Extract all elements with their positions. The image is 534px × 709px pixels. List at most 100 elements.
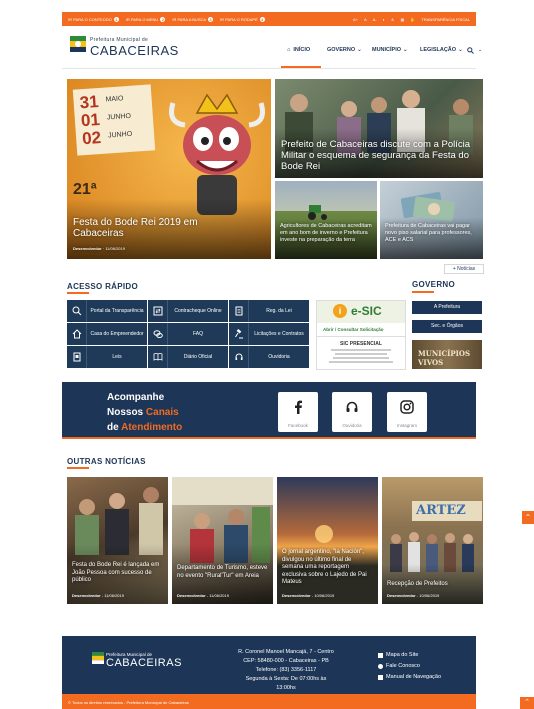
chevron-down-icon: ⌄ [357,47,362,53]
sic-presencial-title: SIC PRESENCIAL [340,341,382,347]
other-news-underline [67,467,89,469]
quick-access-grid: Portal da Transparência Contracheque Onl… [67,300,309,368]
channel-instagram[interactable]: Instagram [387,392,427,432]
coat-of-arms-icon [92,652,104,664]
footer-link-manual[interactable]: Manual de Navegação [378,672,441,683]
skip-to-search-link[interactable]: IR PARA A BUSCA 3 [172,16,214,22]
featured-news-top-right[interactable]: Prefeito de Cabaceiras discute com a Pol… [275,79,483,178]
logo-title[interactable]: CABACEIRAS [90,43,179,58]
news-card[interactable]: ARTEZ Recepção de Prefeitos Desenvolvedo… [382,477,483,604]
facebook-icon [295,400,302,414]
footer-copyright: © Todos os direitos reservados - Prefeit… [62,694,476,709]
news-card-meta: Desenvolvedor - 10/06/2019 [282,593,335,598]
artez-sign: ARTEZ [412,501,482,521]
skip-to-menu-link[interactable]: IR PARA O MENU 2 [126,16,166,22]
news-card-title[interactable]: Departamento de Turismo, esteve no event… [177,565,268,580]
footer-link-contact[interactable]: Fale Conosco [378,661,441,672]
chevron-down-icon: ⌄ [403,47,408,53]
accessibility-controls: A+ A A- ◐ ♿ ▦ ✋ TRANSPARÊNCIA FISCAL [347,17,470,22]
header-divider [62,68,476,69]
coat-of-arms-icon[interactable] [70,36,86,52]
chevron-up-icon: ⌃ [524,699,530,706]
esic-panel[interactable]: i e-SIC Abrir / Consultar Solicitação SI… [316,300,406,370]
search-icon [72,306,81,316]
info-icon: i [333,304,347,318]
search-toggle-icon[interactable]: ⌄ [478,47,482,53]
featured-news-bottom-1-title[interactable]: Agricultores de Cabaceiras acreditam em … [280,223,372,244]
governo-underline [412,291,434,293]
sitemap-icon[interactable]: ▦ [401,17,405,22]
esic-request-link[interactable]: Abrir / Consultar Solicitação [323,327,384,332]
gavel-icon [234,329,243,339]
channel-facebook[interactable]: Facebook [278,392,318,432]
channels-title: Acompanhe Nossos Canais de Atendimento [107,392,183,433]
news-card-title[interactable]: Recepção de Prefeitos [387,581,478,589]
featured-news-main[interactable]: 31 MAIO 01 JUNHO 02 JUNHO 21ª Festa do B… [67,79,271,259]
chevron-up-icon: ⌃ [524,513,532,522]
instagram-icon [400,400,414,414]
quick-access-casa-empreendedor[interactable]: Casa do Empreendedor [67,323,147,345]
featured-news-bottom-2[interactable]: Prefeitura de Cabaceiras vai pagar novo … [380,181,483,259]
festival-dates-card: 31 MAIO 01 JUNHO 02 JUNHO [72,84,156,156]
skip-to-footer-link[interactable]: IR PARA O RODAPÉ 4 [220,16,265,22]
a-prefeitura-button[interactable]: A Prefeitura [412,301,482,314]
quick-access-faq[interactable]: FAQ [148,323,228,345]
scroll-top-button[interactable]: ⌃ [520,697,534,709]
news-card-meta: Desenvolvedor - 11/06/2019 [72,593,124,598]
news-card[interactable]: Festa do Bode Rei é lançada em João Pess… [67,477,168,604]
featured-news-bottom-1[interactable]: Agricultores de Cabaceiras acreditam em … [275,181,377,259]
featured-news-main-title[interactable]: Festa do Bode Rei 2019 em Cabaceiras [73,217,243,239]
news-card-title[interactable]: O jornal argentino, "la Nación", divulgo… [282,549,373,587]
law-book-icon [73,352,80,362]
channel-ouvidoria[interactable]: Ouvidoria [332,392,372,432]
phone-icon [378,664,383,669]
document-icon [235,306,242,316]
accessibility-icon[interactable]: ♿ [391,17,395,22]
secretarias-orgaos-button[interactable]: Sec. e Órgãos [412,320,482,333]
font-decrease-button[interactable]: A- [373,17,377,22]
home-icon [72,329,81,339]
quick-access-ouvidoria[interactable]: Ouvidoria [229,346,309,368]
footer-link-sitemap[interactable]: Mapa do Site [378,650,441,661]
nav-item-inicio[interactable]: ⌂ INÍCIO [287,47,310,53]
nav-item-legislacao[interactable]: LEGISLAÇÃO ⌄ [420,47,463,53]
top-accessibility-bar: IR PARA O CONTEÚDO 1 IR PARA O MENU 2 IR P… [62,12,476,26]
municipios-vivos-banner[interactable]: MUNICÍPIOS VIVOS [412,340,482,369]
headset-icon [235,353,242,360]
news-card[interactable]: O jornal argentino, "la Nación", divulgo… [277,477,378,604]
chevron-down-icon: ⌄ [458,47,463,53]
featured-news-bottom-2-title[interactable]: Prefeitura de Cabaceiras vai pagar novo … [385,223,479,244]
search-icon[interactable] [467,47,474,54]
quick-access-contracheque[interactable]: Contracheque Online [148,300,228,322]
more-news-button[interactable]: + Notícias [444,264,484,274]
featured-news-main-meta: Desenvolvedor · 11/06/2019 [73,246,125,251]
esic-brand: e-SIC [351,304,382,318]
news-card-meta: Desenvolvedor - 11/06/2019 [177,593,229,598]
contrast-icon[interactable]: ◐ [383,17,385,22]
channels-band: Acompanhe Nossos Canais de Atendimento F… [62,382,476,439]
news-card[interactable]: Departamento de Turismo, esteve no event… [172,477,273,604]
quick-access-leis[interactable]: Leis [67,346,147,368]
sign-language-icon[interactable]: ✋ [410,17,415,22]
skip-to-content-link[interactable]: IR PARA O CONTEÚDO 1 [68,16,119,22]
nav-item-municipio[interactable]: MUNICÍPIO ⌄ [372,47,408,53]
transparency-link[interactable]: TRANSPARÊNCIA FISCAL [421,17,470,22]
nav-item-governo[interactable]: GOVERNO ⌄ [327,47,362,53]
quick-access-reg-lei[interactable]: Reg. da Lei [229,300,309,322]
quick-access-title: ACESSO RÁPIDO [67,282,139,291]
document-icon [378,675,383,680]
back-to-top-side-button[interactable]: ⌃ [522,511,534,524]
footer-links: Mapa do Site Fale Conosco Manual de Nave… [378,650,441,683]
font-normal-button[interactable]: A [364,17,367,22]
book-icon [153,353,162,361]
footer-logo-title[interactable]: CABACEIRAS [106,657,182,669]
quick-access-portal-transparencia[interactable]: Portal da Transparência [67,300,147,322]
edition-number: 21ª [73,181,97,198]
quick-access-diario-oficial[interactable]: Diário Oficial [148,346,228,368]
font-increase-button[interactable]: A+ [353,17,358,22]
news-card-title[interactable]: Festa do Bode Rei é lançada em João Pess… [72,562,163,585]
featured-news-top-right-title[interactable]: Prefeito de Cabaceiras discute com a Pol… [281,139,475,172]
sitemap-icon [378,653,383,658]
home-icon: ⌂ [287,47,291,53]
quick-access-licitacoes[interactable]: Licitações e Contratos [229,323,309,345]
